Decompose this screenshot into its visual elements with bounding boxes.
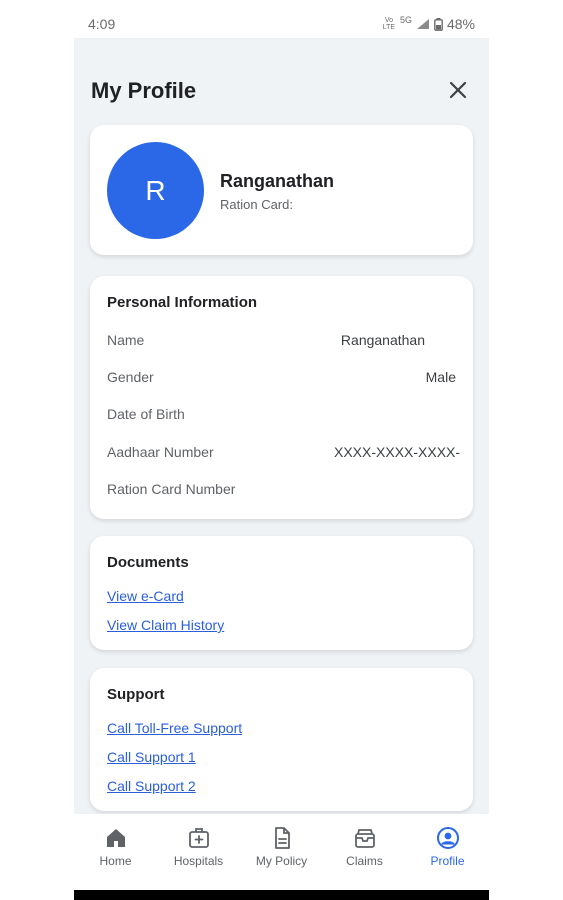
profile-screen: My Profile R Ranganathan Ration Card: Pe… <box>74 38 489 814</box>
call-toll-free-link[interactable]: Call Toll-Free Support <box>107 720 242 736</box>
battery-icon <box>434 17 443 31</box>
view-claim-history-link[interactable]: View Claim History <box>107 617 224 633</box>
row-label-ration-card: Ration Card Number <box>107 481 236 497</box>
row-value-aadhaar: XXXX-XXXX-XXXX- <box>334 444 461 460</box>
personal-info-card: Personal Information Name Ranganathan Ge… <box>90 276 473 519</box>
nav-item-home[interactable]: Home <box>74 814 157 890</box>
row-value-gender: Male <box>425 369 456 385</box>
profile-icon <box>436 827 459 849</box>
volte-label: Vo LTE <box>382 17 396 31</box>
hospital-icon <box>188 828 209 848</box>
nav-label-claims: Claims <box>346 854 383 868</box>
status-icons: Vo LTE 5G 48% <box>382 15 475 32</box>
bottom-navigation: Home Hospitals My Policy Claims Profile <box>74 814 489 890</box>
nav-label-my-policy: My Policy <box>255 854 308 868</box>
row-label-dob: Date of Birth <box>107 406 185 422</box>
support-card: Support Call Toll-Free Support Call Supp… <box>90 668 473 811</box>
nav-label-profile: Profile <box>430 854 465 868</box>
signal-icon <box>416 19 429 29</box>
ration-card-label: Ration Card: <box>220 197 293 212</box>
profile-card: R Ranganathan Ration Card: <box>90 125 473 255</box>
view-ecard-link[interactable]: View e-Card <box>107 588 184 604</box>
network-label: 5G <box>399 15 412 25</box>
system-gesture-bar <box>74 890 489 900</box>
nav-item-profile[interactable]: Profile <box>406 814 489 890</box>
call-support-2-link[interactable]: Call Support 2 <box>107 778 196 794</box>
row-label-aadhaar: Aadhaar Number <box>107 444 214 460</box>
status-time: 4:09 <box>88 16 116 32</box>
section-title-support: Support <box>107 686 165 703</box>
nav-item-claims[interactable]: Claims <box>323 814 406 890</box>
close-icon[interactable] <box>446 78 470 102</box>
profile-name: Ranganathan <box>220 171 335 191</box>
status-bar: 4:09 Vo LTE 5G 48% <box>74 0 489 38</box>
page-title: My Profile <box>91 78 197 103</box>
call-support-1-link[interactable]: Call Support 1 <box>107 749 196 765</box>
row-value-name: Ranganathan <box>340 332 425 348</box>
policy-document-icon <box>274 827 290 849</box>
claims-icon <box>354 829 375 848</box>
avatar: R <box>107 142 204 239</box>
nav-label-hospitals: Hospitals <box>173 854 224 868</box>
nav-label-home: Home <box>99 854 132 868</box>
section-title-personal: Personal Information <box>107 294 258 311</box>
row-label-gender: Gender <box>107 369 154 385</box>
documents-card: Documents View e-Card View Claim History <box>90 536 473 650</box>
row-label-name: Name <box>107 332 145 348</box>
nav-item-hospitals[interactable]: Hospitals <box>157 814 240 890</box>
home-icon <box>106 829 125 847</box>
nav-item-my-policy[interactable]: My Policy <box>240 814 323 890</box>
battery-level: 48% <box>446 16 475 32</box>
section-title-documents: Documents <box>107 554 189 571</box>
